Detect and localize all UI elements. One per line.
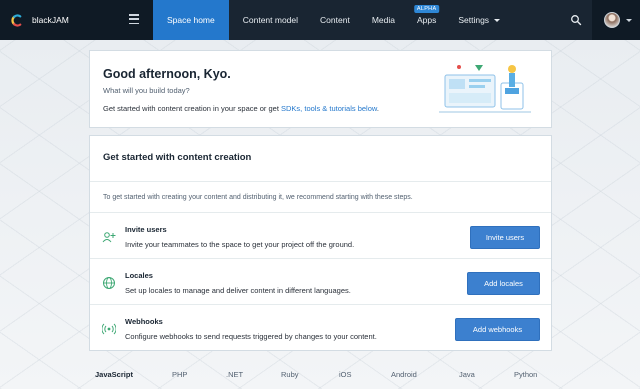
welcome-card: Good afternoon, Kyo. What will you build… (89, 50, 552, 128)
intro-text: Get started with content creation in you… (103, 104, 282, 113)
tab-php[interactable]: PHP (172, 370, 187, 379)
tab-ios[interactable]: iOS (339, 370, 352, 379)
invite-users-button[interactable]: Invite users (470, 226, 540, 249)
nav-settings[interactable]: Settings (447, 0, 511, 40)
avatar (604, 12, 620, 28)
contentful-logo-icon (11, 13, 22, 27)
tab-java[interactable]: Java (459, 370, 475, 379)
step-invite-users: Invite users Invite your teammates to th… (90, 213, 551, 259)
nav-label: Space home (167, 15, 215, 25)
nav-media[interactable]: Media (361, 0, 406, 40)
get-started-description: To get started with creating your conten… (90, 182, 551, 213)
top-navigation: blackJAM Space home Content model Conten… (0, 0, 640, 40)
account-menu[interactable] (592, 0, 640, 40)
nav-content[interactable]: Content (309, 0, 361, 40)
main-nav: Space home Content model Content Media A… (153, 0, 511, 40)
intro-suffix: . (376, 104, 379, 113)
tab-python[interactable]: Python (514, 370, 537, 379)
language-tabs: JavaScript PHP .NET Ruby iOS Android Jav… (0, 370, 640, 384)
tab-dotnet[interactable]: .NET (226, 370, 243, 379)
sdks-tools-link[interactable]: SDKs, tools & tutorials below (281, 104, 377, 113)
nav-label: Settings (458, 15, 490, 25)
step-locales: Locales Set up locales to manage and del… (90, 259, 551, 305)
search-icon[interactable] (570, 14, 582, 26)
invite-users-icon (102, 232, 116, 243)
get-started-title: Get started with content creation (103, 152, 252, 163)
add-locales-button[interactable]: Add locales (467, 272, 540, 295)
webhooks-icon (102, 323, 116, 335)
menu-icon[interactable] (129, 14, 139, 24)
step-webhooks: Webhooks Configure webhooks to send requ… (90, 305, 551, 351)
get-started-card: Get started with content creation To get… (89, 135, 552, 351)
developer-illustration-icon (439, 65, 531, 113)
alpha-badge: ALPHA (413, 5, 440, 13)
nav-label: Media (371, 15, 395, 25)
locales-icon (103, 277, 115, 289)
add-webhooks-button[interactable]: Add webhooks (455, 318, 540, 341)
chevron-down-icon (494, 18, 501, 22)
get-started-header: Get started with content creation (90, 136, 551, 182)
nav-apps[interactable]: ALPHA Apps (406, 0, 447, 40)
tab-ruby[interactable]: Ruby (281, 370, 299, 379)
nav-content-model[interactable]: Content model (232, 0, 309, 40)
tab-android[interactable]: Android (391, 370, 417, 379)
tab-javascript[interactable]: JavaScript (95, 370, 133, 379)
nav-label: Apps (416, 15, 437, 25)
space-switcher[interactable]: blackJAM (0, 0, 153, 40)
nav-space-home[interactable]: Space home (153, 0, 229, 40)
nav-label: Content model (242, 15, 299, 25)
nav-label: Content (320, 15, 350, 25)
space-name: blackJAM (32, 15, 69, 25)
chevron-down-icon (626, 18, 632, 22)
